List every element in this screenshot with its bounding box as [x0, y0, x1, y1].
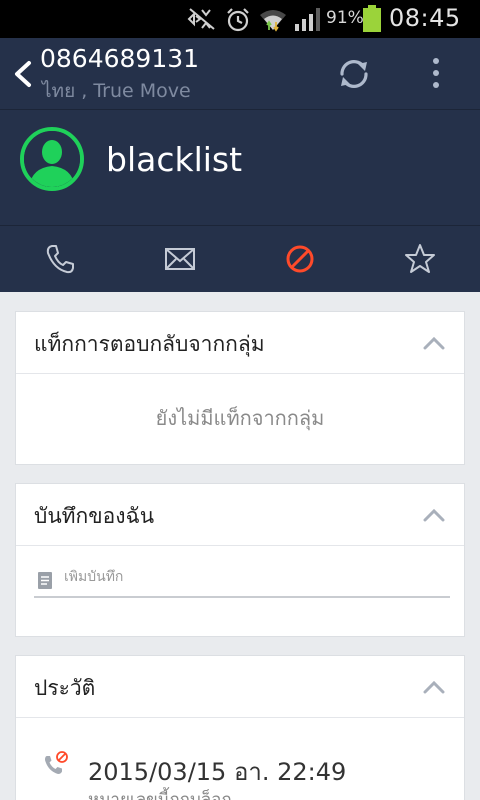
- group-tags-empty-text: ยังไม่มีแท็กจากกลุ่ม: [155, 406, 325, 430]
- history-title: ประวัติ: [34, 676, 96, 700]
- contact-header: 0864689131 ไทย , True Move blacklist: [0, 38, 480, 292]
- favorite-button[interactable]: [360, 226, 480, 292]
- my-notes-title: บันทึกของฉัน: [34, 504, 155, 528]
- carrier-label: ไทย , True Move: [42, 80, 191, 102]
- history-card: ประวัติ 2015/03/15 อา. 22:49 หมายเลขนี้ถ…: [15, 655, 465, 800]
- message-button[interactable]: [120, 226, 240, 292]
- avatar[interactable]: [19, 126, 85, 192]
- history-header[interactable]: ประวัติ: [16, 656, 464, 718]
- group-tags-title: แท็กการตอบกลับจากกลุ่ม: [34, 332, 265, 356]
- block-button[interactable]: [240, 226, 360, 292]
- profile-section: blacklist: [0, 110, 480, 226]
- history-label: หมายเลขนี้ถูกบล็อก: [88, 790, 232, 800]
- battery-percent: 91%: [326, 8, 364, 28]
- block-icon: [286, 245, 314, 273]
- back-icon[interactable]: [10, 58, 38, 90]
- call-icon: [46, 245, 74, 274]
- signal-icon: [295, 8, 320, 31]
- action-bar: [0, 226, 480, 292]
- note-input[interactable]: [64, 569, 444, 585]
- contact-name: blacklist: [106, 140, 243, 179]
- chevron-up-icon[interactable]: [422, 680, 446, 694]
- mute-icon: [187, 8, 215, 30]
- note-icon: [38, 572, 52, 589]
- chevron-up-icon[interactable]: [422, 508, 446, 522]
- status-bar: 91% 08:45: [0, 0, 480, 38]
- clock: 08:45: [389, 4, 461, 32]
- my-notes-header[interactable]: บันทึกของฉัน: [16, 484, 464, 546]
- app-bar: 0864689131 ไทย , True Move: [0, 38, 480, 110]
- chevron-up-icon[interactable]: [422, 336, 446, 350]
- favorite-icon: [405, 244, 435, 273]
- call-button[interactable]: [0, 226, 120, 292]
- refresh-icon[interactable]: [336, 56, 372, 92]
- overflow-menu-icon[interactable]: [428, 56, 444, 92]
- group-tags-card: แท็กการตอบกลับจากกลุ่ม ยังไม่มีแท็กจากกล…: [15, 311, 465, 465]
- battery-icon: [363, 5, 381, 32]
- note-input-row: [34, 566, 450, 598]
- wifi-icon: [260, 10, 286, 32]
- phone-number: 0864689131: [40, 44, 200, 73]
- message-icon: [165, 248, 195, 270]
- my-notes-card: บันทึกของฉัน: [15, 483, 465, 637]
- alarm-icon: [227, 8, 249, 32]
- blocked-call-icon: [45, 751, 68, 774]
- group-tags-header[interactable]: แท็กการตอบกลับจากกลุ่ม: [16, 312, 464, 374]
